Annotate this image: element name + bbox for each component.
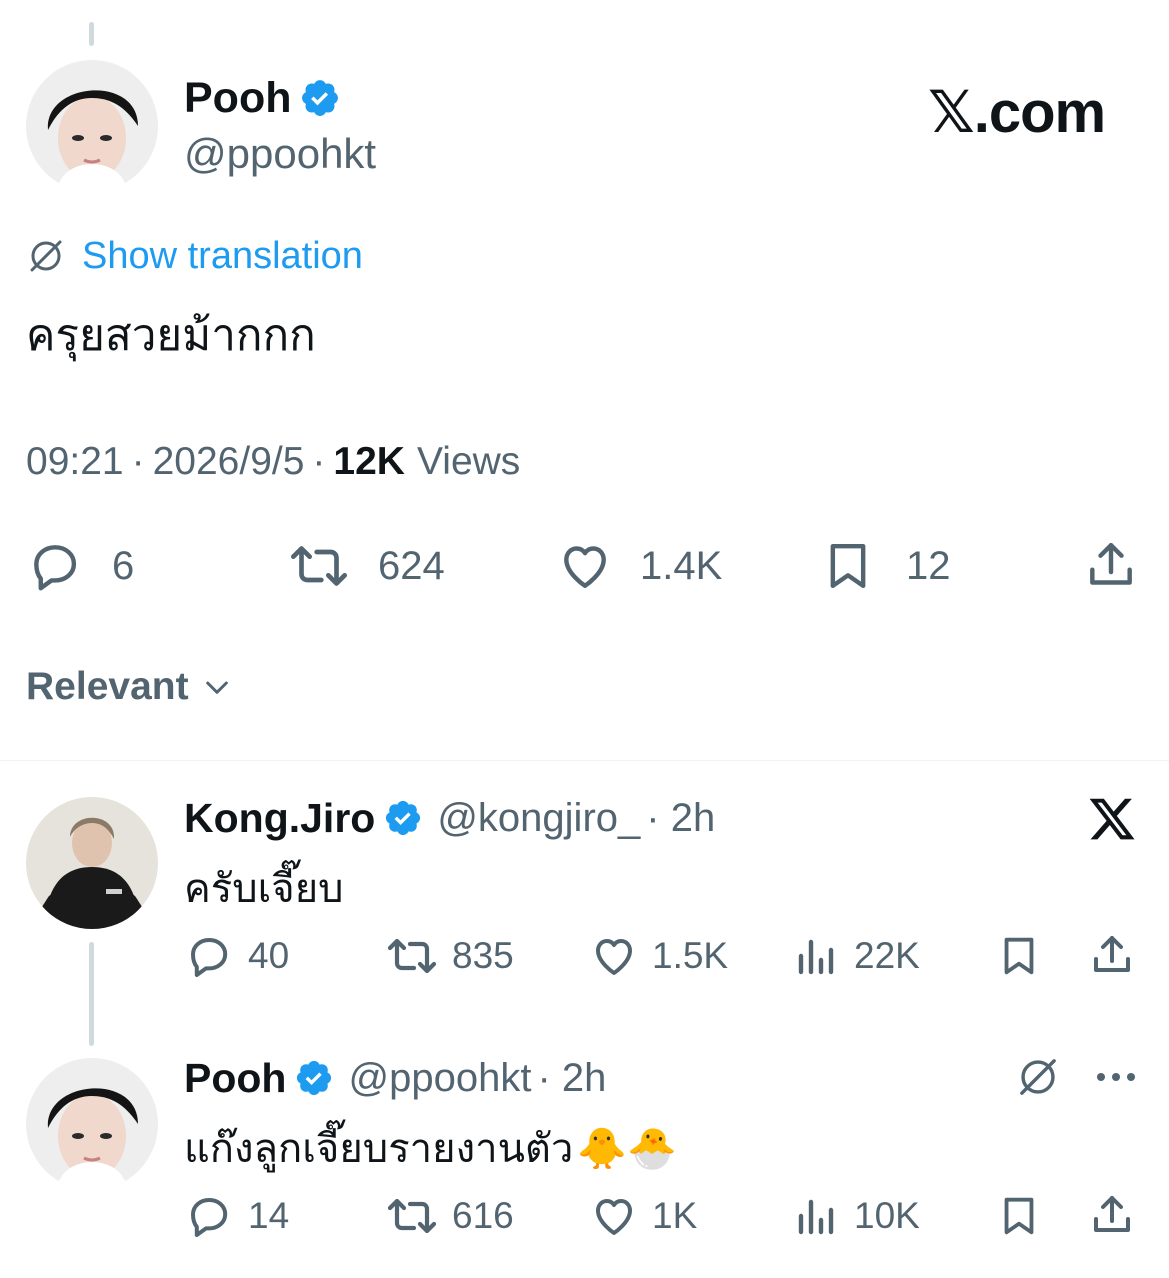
reply-author-name[interactable]: Pooh — [184, 1055, 286, 1102]
like-count: 1.4K — [640, 543, 723, 588]
share-button[interactable] — [1088, 1190, 1136, 1240]
retweet-count: 616 — [452, 1195, 514, 1236]
reply-author-handle[interactable]: @kongjiro_ — [437, 796, 640, 841]
separator: · — [312, 440, 326, 483]
share-icon — [1090, 542, 1132, 585]
x-com-watermark: 𝕏.com — [928, 80, 1106, 145]
translate-icon[interactable] — [1015, 1054, 1061, 1100]
reply-author-name[interactable]: Kong.Jiro — [184, 795, 375, 842]
tweet-date[interactable]: 2026/9/5 — [153, 440, 305, 484]
sort-dropdown[interactable]: Relevant — [26, 664, 233, 710]
reply-author-handle[interactable]: @ppoohkt — [348, 1056, 531, 1101]
chick-emoji: 🐥🐣 — [577, 1126, 677, 1171]
views-icon — [798, 1199, 834, 1235]
sort-label: Relevant — [26, 665, 189, 708]
views-label: Views — [416, 440, 521, 483]
retweet-icon — [291, 546, 347, 586]
views-button[interactable]: 22K — [794, 932, 920, 980]
bookmark-icon — [1004, 1197, 1034, 1235]
reply-text-row: แก๊งลูกเจี๊ยบรายงานตัว 🐥🐣 — [184, 1116, 677, 1180]
share-button[interactable] — [1088, 930, 1136, 980]
author-handle[interactable]: @ppoohkt — [184, 130, 376, 178]
chevron-down-icon — [205, 681, 228, 694]
retweet-count: 835 — [452, 935, 514, 976]
thread-line — [89, 942, 94, 1046]
like-button[interactable]: 1K — [588, 1192, 697, 1240]
views-count[interactable]: 12K — [333, 440, 405, 484]
reply-count: 14 — [248, 1195, 290, 1236]
reply-text: ครับเจี๊ยบ — [184, 866, 344, 912]
reply-count: 6 — [112, 543, 135, 588]
reply-time[interactable]: · 2h — [646, 796, 715, 841]
retweet-button[interactable]: 616 — [384, 1192, 514, 1240]
reply-icon — [191, 938, 228, 977]
divider — [0, 760, 1169, 761]
avatar[interactable] — [26, 1058, 158, 1190]
retweet-button[interactable]: 624 — [286, 538, 445, 594]
verified-badge-icon — [302, 80, 339, 116]
retweet-count: 624 — [378, 543, 445, 588]
translate-row[interactable]: Show translation — [26, 234, 363, 278]
bookmark-button[interactable]: 12 — [820, 538, 951, 594]
avatar[interactable] — [26, 60, 158, 192]
reply-icon — [191, 1198, 228, 1237]
bookmark-icon — [1004, 937, 1034, 975]
translate-icon — [30, 240, 62, 272]
views-icon — [798, 939, 834, 975]
retweet-icon — [387, 1198, 437, 1234]
views-count: 22K — [854, 935, 920, 976]
like-count: 1K — [652, 1195, 698, 1236]
tweet-text: ครุยสวยม้ากกก — [26, 310, 316, 361]
bookmark-button[interactable] — [996, 932, 1042, 980]
separator: · — [131, 440, 145, 483]
like-count: 1.5K — [652, 935, 729, 976]
share-button[interactable] — [1083, 536, 1139, 594]
reply-icon — [34, 545, 77, 591]
reply-header: Kong.Jiro @kongjiro_ · 2h — [184, 793, 715, 843]
retweet-icon — [387, 938, 437, 974]
tweet-time[interactable]: 09:21 — [26, 440, 124, 484]
bookmark-icon — [830, 543, 866, 589]
bookmark-button[interactable] — [996, 1192, 1042, 1240]
more-icon[interactable] — [1094, 1067, 1138, 1087]
share-icon — [1094, 936, 1130, 972]
timestamp-row: 09:21 · 2026/9/5 · 12K Views — [26, 440, 520, 484]
thread-line-top — [89, 22, 94, 46]
avatar-image-kongjiro — [26, 797, 158, 929]
reply-header: Pooh @ppoohkt · 2h — [184, 1053, 606, 1103]
like-icon — [596, 1199, 632, 1235]
retweet-button[interactable]: 835 — [384, 932, 514, 980]
avatar-image-pooh — [26, 1058, 158, 1190]
reply-time[interactable]: · 2h — [537, 1056, 606, 1101]
share-icon — [1094, 1196, 1130, 1232]
like-icon — [564, 546, 606, 589]
reply-button[interactable]: 6 — [26, 538, 134, 594]
views-button[interactable]: 10K — [794, 1192, 920, 1240]
x-logo-icon[interactable] — [1086, 794, 1138, 844]
reply-button[interactable]: 14 — [184, 1192, 289, 1240]
reply-count: 40 — [248, 935, 290, 976]
avatar-image-pooh — [26, 60, 158, 192]
reply-button[interactable]: 40 — [184, 932, 289, 980]
like-button[interactable]: 1.5K — [588, 932, 728, 980]
views-count: 10K — [854, 1195, 920, 1236]
reply-text: แก๊งลูกเจี๊ยบรายงานตัว — [184, 1126, 574, 1172]
like-button[interactable]: 1.4K — [554, 538, 722, 594]
show-translation-link[interactable]: Show translation — [82, 235, 363, 278]
bookmark-count: 12 — [906, 543, 951, 588]
author-name[interactable]: Pooh — [184, 74, 291, 123]
verified-badge-icon — [297, 1060, 332, 1096]
verified-badge-icon — [386, 800, 421, 836]
like-icon — [596, 939, 632, 975]
avatar[interactable] — [26, 797, 158, 929]
